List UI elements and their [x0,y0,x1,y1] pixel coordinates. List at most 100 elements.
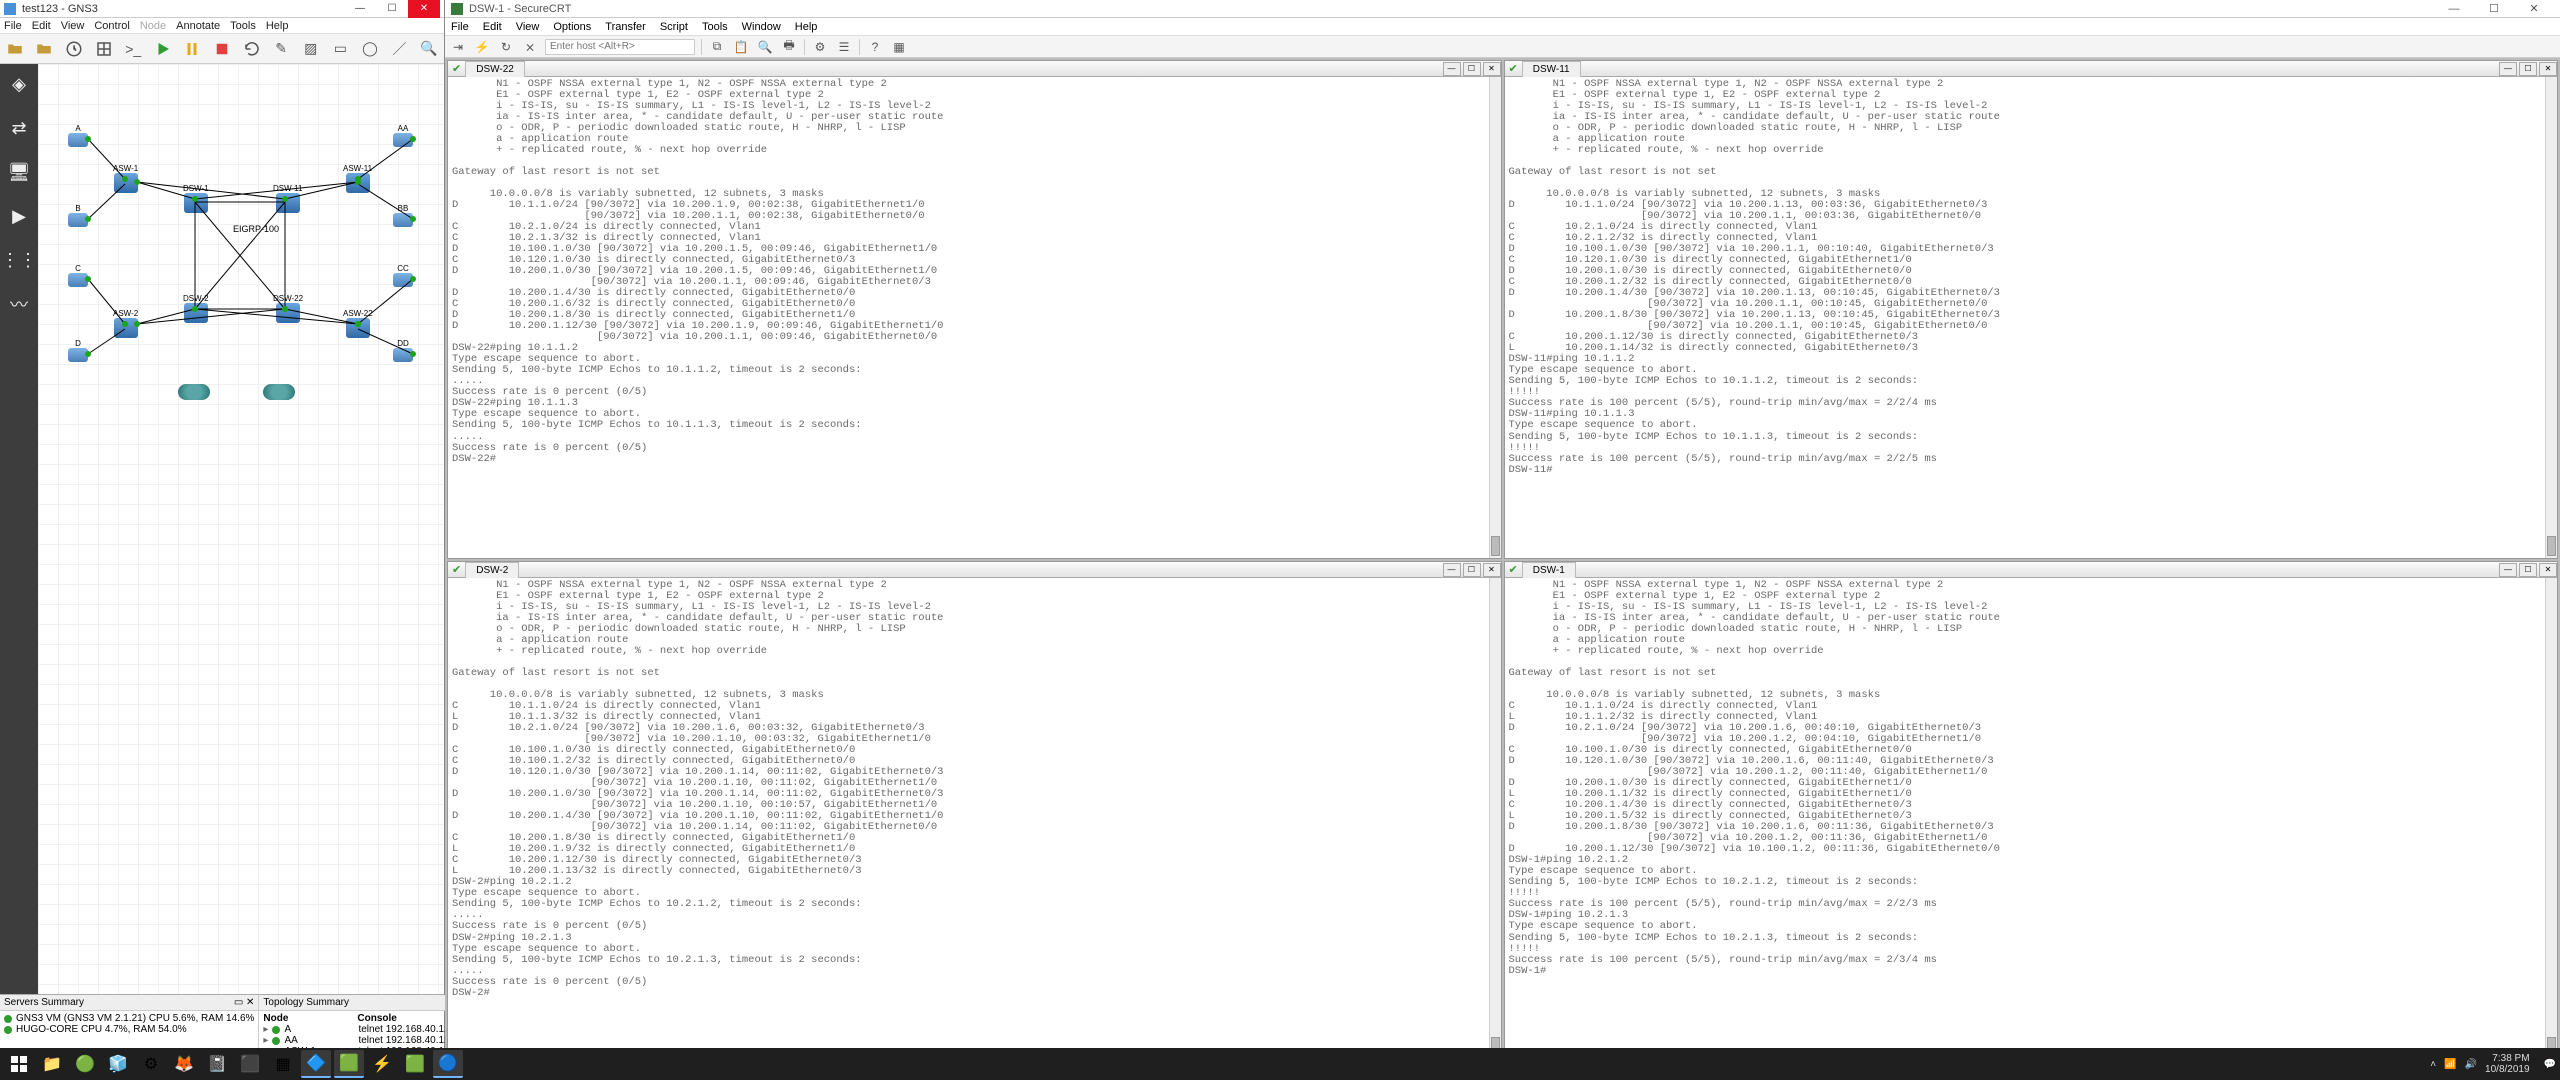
console-icon[interactable]: >_ [122,38,144,60]
reconnect-icon[interactable]: ↻ [497,38,515,56]
crt-titlebar[interactable]: DSW-1 - SecureCRT — ☐ ✕ [445,0,2560,18]
tab-dsw22[interactable]: DSW-22 [465,61,525,77]
menu-transfer[interactable]: Transfer [605,21,646,33]
about-icon[interactable]: ▦ [890,38,908,56]
pane-max-icon[interactable]: ☐ [1463,563,1481,577]
menu-help[interactable]: Help [795,21,818,33]
tab-bar[interactable]: ✔ DSW-1 — ☐ ✕ [1505,562,2558,578]
note-icon[interactable]: ✎ [270,38,292,60]
menu-help[interactable]: Help [266,20,289,32]
node-bb[interactable]: BB [398,204,409,213]
terminal-dsw22[interactable]: N1 - OSPF NSSA external type 1, N2 - OSP… [448,77,1501,558]
line-icon[interactable]: ／ [389,38,411,60]
pane-close-icon[interactable]: ✕ [2539,62,2557,76]
menu-node[interactable]: Node [140,20,166,32]
image-icon[interactable]: ▨ [300,38,322,60]
all-category-icon[interactable]: ⋮⋮ [3,244,35,276]
pane-min-icon[interactable]: — [2499,563,2517,577]
zoom-icon[interactable]: 🔍 [418,38,440,60]
pane-max-icon[interactable]: ☐ [1463,62,1481,76]
node-asw11[interactable]: ASW-11 [343,164,372,173]
maximize-button[interactable]: ☐ [2474,0,2514,18]
pane-max-icon[interactable]: ☐ [2519,62,2537,76]
gns3-titlebar[interactable]: test123 - GNS3 — ☐ ✕ [0,0,444,18]
grid-icon[interactable] [93,38,115,60]
system-tray[interactable]: ˄ 📶 🔊 7:38 PM 10/8/2019 💬 [2430,1053,2556,1075]
tab-bar[interactable]: ✔ DSW-11 — ☐ ✕ [1505,61,2558,77]
node-d[interactable]: D [75,339,81,348]
node-dsw11[interactable]: DSW-11 [273,184,303,193]
node-asw1[interactable]: ASW-1 [113,164,138,173]
node-dd[interactable]: DD [397,339,409,348]
menu-window[interactable]: Window [742,21,781,33]
menu-control[interactable]: Control [94,20,129,32]
pane-close-icon[interactable]: ✕ [1483,62,1501,76]
menu-options[interactable]: Options [553,21,591,33]
settings-icon[interactable]: ⚙ [136,1050,166,1078]
node-dsw2[interactable]: DSW-2 [183,294,209,303]
help-icon[interactable]: ? [866,38,884,56]
lightning-icon[interactable]: ⚡ [367,1050,397,1078]
reload-icon[interactable] [241,38,263,60]
pane-max-icon[interactable]: ☐ [2519,563,2537,577]
node-cc[interactable]: CC [397,264,409,273]
quick-connect-icon[interactable]: ⚡ [473,38,491,56]
tab-dsw11[interactable]: DSW-11 [1522,61,1581,77]
menu-edit[interactable]: Edit [483,21,502,33]
node-asw22[interactable]: ASW-22 [343,309,373,318]
server-row[interactable]: HUGO-CORE CPU 4.7%, RAM 54.0% [4,1024,254,1035]
terminal-dsw11[interactable]: N1 - OSPF NSSA external type 1, N2 - OSP… [1505,77,2558,558]
menu-view[interactable]: View [61,20,85,32]
print-icon[interactable]: 🖶 [780,38,798,56]
tray-sound-icon[interactable]: 🔊 [2465,1059,2477,1070]
tab-dsw2[interactable]: DSW-2 [465,562,519,578]
menu-tools[interactable]: Tools [230,20,256,32]
firefox-icon[interactable]: 🦊 [169,1050,199,1078]
topology-canvas[interactable]: A AA B BB C CC D DD ASW-1 ASW-11 ASW-2 A… [38,64,444,994]
link-tool-icon[interactable]: 〰 [3,288,35,320]
node-aa[interactable]: AA [398,124,409,133]
stop-icon[interactable] [211,38,233,60]
play-icon[interactable] [152,38,174,60]
node-a[interactable]: A [75,124,80,133]
minimize-button[interactable]: — [344,0,376,18]
connect-icon[interactable]: ⇥ [449,38,467,56]
misc-task-icon[interactable]: 🔵 [433,1050,463,1078]
cloud-2[interactable] [263,384,295,400]
session-options-icon[interactable]: ☰ [835,38,853,56]
menu-view[interactable]: View [516,21,540,33]
securecrt-task-icon[interactable]: 🟩 [334,1050,364,1078]
start-button[interactable] [4,1050,34,1078]
explorer-icon[interactable]: 📁 [37,1050,67,1078]
folder-icon[interactable] [34,38,56,60]
pc-category-icon[interactable]: 🖥 [3,156,35,188]
paste-icon[interactable]: 📋 [732,38,750,56]
node-asw2[interactable]: ASW-2 [113,309,138,318]
pane-min-icon[interactable]: — [1443,62,1461,76]
pane-close-icon[interactable]: ✕ [2539,563,2557,577]
notification-icon[interactable]: 💬 [2544,1059,2556,1070]
terminal-icon[interactable]: ⬛ [235,1050,265,1078]
ellipse-icon[interactable]: ◯ [359,38,381,60]
tray-chevron-icon[interactable]: ˄ [2430,1059,2436,1070]
server-row[interactable]: GNS3 VM (GNS3 VM 2.1.21) CPU 5.6%, RAM 1… [4,1013,254,1024]
terminal-dsw1[interactable]: N1 - OSPF NSSA external type 1, N2 - OSP… [1505,578,2558,1059]
rect-icon[interactable]: ▭ [330,38,352,60]
security-category-icon[interactable]: ▶ [3,200,35,232]
terminal-dsw2[interactable]: N1 - OSPF NSSA external type 1, N2 - OSP… [448,578,1501,1059]
disconnect-icon[interactable]: ⨯ [521,38,539,56]
gns3-task-icon[interactable]: 🔷 [301,1050,331,1078]
host-input[interactable] [545,39,695,55]
find-icon[interactable]: 🔍 [756,38,774,56]
clock-icon[interactable] [63,38,85,60]
settings-icon[interactable]: ⚙ [811,38,829,56]
app-icon[interactable]: ▦ [268,1050,298,1078]
minimize-button[interactable]: — [2434,0,2474,18]
menu-annotate[interactable]: Annotate [176,20,220,32]
tab-dsw1[interactable]: DSW-1 [1522,562,1576,578]
maximize-button[interactable]: ☐ [376,0,408,18]
node-dsw1[interactable]: DSW-1 [183,184,209,193]
store-icon[interactable]: 🧊 [103,1050,133,1078]
menu-edit[interactable]: Edit [32,20,51,32]
node-dsw22[interactable]: DSW-22 [273,294,303,303]
